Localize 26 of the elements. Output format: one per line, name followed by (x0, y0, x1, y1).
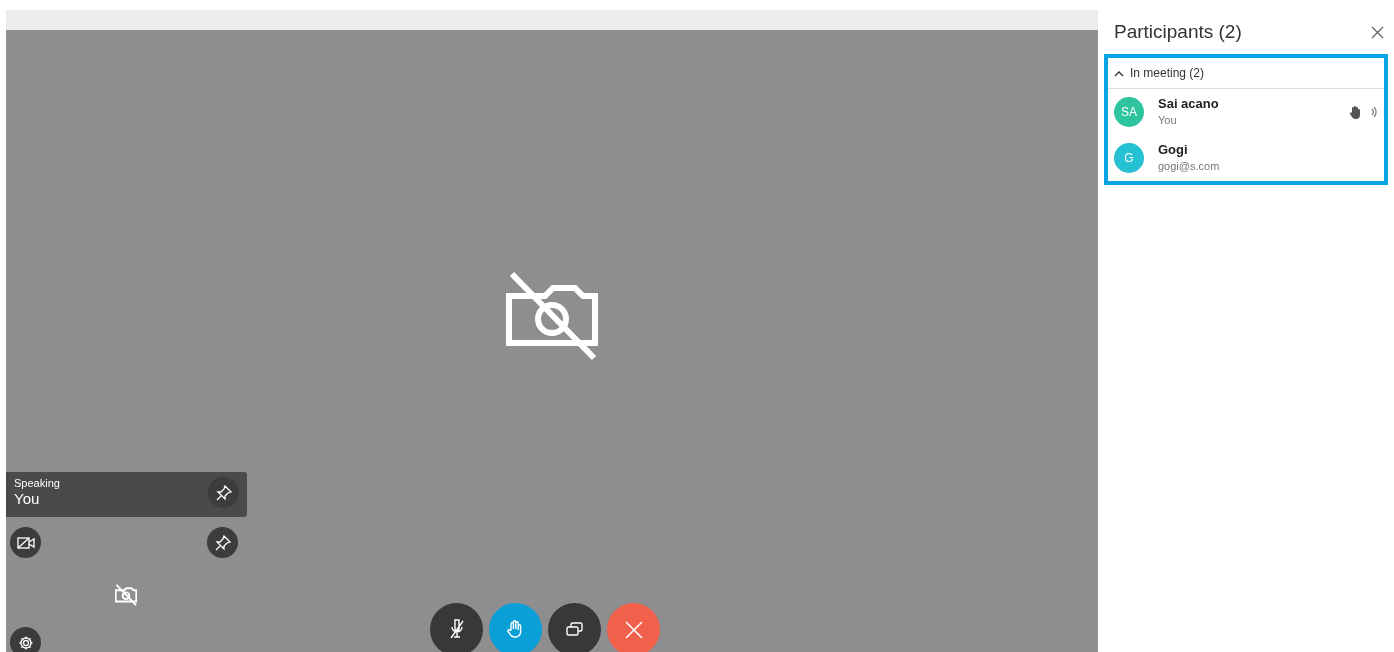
participant-detail: You (1158, 113, 1178, 128)
camera-off-icon (115, 584, 137, 606)
share-button[interactable] (548, 603, 601, 652)
avatar: G (1114, 143, 1144, 173)
section-header[interactable]: In meeting (2) (1108, 58, 1384, 89)
video-off-icon (16, 535, 35, 550)
mute-button[interactable] (430, 603, 483, 652)
camera-off-icon (506, 270, 598, 362)
video-toggle-button[interactable] (10, 527, 41, 558)
chevron-up-icon (1114, 69, 1124, 77)
participant-name: Gogi (1158, 141, 1189, 158)
pin-button[interactable] (208, 477, 239, 508)
participant-row[interactable]: G Gogi gogi@s.com (1108, 135, 1384, 181)
speaking-label: Speaking (14, 477, 60, 490)
pin-button[interactable] (207, 527, 238, 558)
pin-icon (214, 534, 231, 551)
panel-title: Participants (2) (1114, 20, 1242, 44)
pin-icon (215, 484, 232, 501)
raise-hand-button[interactable] (489, 603, 542, 652)
participant-detail: gogi@s.com (1158, 159, 1220, 174)
close-icon (1371, 26, 1384, 40)
speaker-name: You (14, 490, 41, 508)
settings-icon (17, 634, 34, 651)
participant-name: Sai acano (1158, 95, 1219, 112)
settings-button[interactable] (10, 627, 41, 652)
avatar: SA (1114, 97, 1144, 127)
